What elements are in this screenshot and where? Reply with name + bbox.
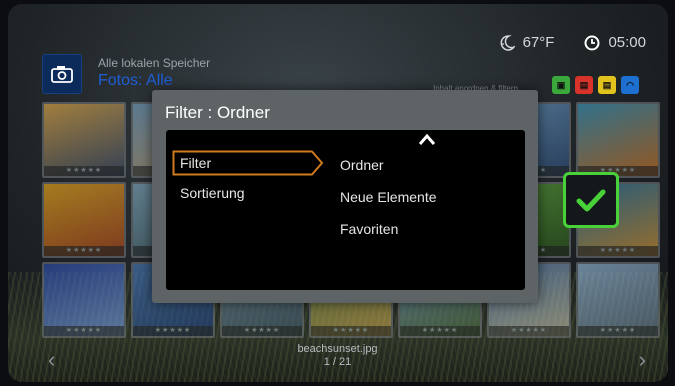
page-info: 1 / 21 [323,356,352,368]
moon-weather-icon [499,34,516,51]
camera-icon [42,54,82,94]
menu-item-filter[interactable]: Filter [172,148,324,178]
temperature: 67°F [522,34,555,51]
source-label: Alle lokalen Speicher [98,56,211,70]
confirm-button[interactable] [563,172,619,228]
menu-item-label: Sortierung [180,185,245,201]
rating-stars: ★★★★★ [222,326,302,336]
scroll-up-icon[interactable] [418,132,436,150]
color-keys: ▣ ▤ ▤ ◠ [552,76,639,94]
dialog-panel: Filter Sortierung Ordner Neue Elemente F… [166,130,525,290]
rating-stars: ★★★★★ [311,326,391,336]
status-bar: 67°F 05:00 [499,34,646,51]
option-favoriten[interactable]: Favoriten [340,214,437,246]
rating-stars: ★★★★★ [44,246,124,256]
filter-dialog: Filter : Ordner Filter Sortierung Ordner… [152,90,538,303]
photo-thumbnail-venice[interactable]: ★★★★★ [576,262,660,338]
photo-thumbnail-fireworks[interactable]: ★★★★★ [42,182,126,258]
filter-menu: Filter Sortierung [172,148,324,208]
green-key-icon[interactable]: ▣ [552,76,570,94]
option-ordner[interactable]: Ordner [340,150,437,182]
filter-options: Ordner Neue Elemente Favoriten [340,150,437,246]
photo-thumbnail-sunset-sea[interactable]: ★★★★★ [42,102,126,178]
rating-stars: ★★★★★ [578,246,658,256]
rating-stars: ★★★★★ [133,326,213,336]
rating-stars: ★★★★★ [400,326,480,336]
dialog-title: Filter : Ordner [165,103,270,122]
section-title: Fotos: Alle [98,72,173,89]
rating-stars: ★★★★★ [578,326,658,336]
file-name: beachsunset.jpg [297,343,378,355]
menu-item-sortierung[interactable]: Sortierung [172,178,324,208]
yellow-key-icon[interactable]: ▤ [598,76,616,94]
red-key-icon[interactable]: ▤ [575,76,593,94]
photo-thumbnail-clownfish[interactable]: ★★★★★ [576,102,660,178]
checkmark-icon [576,189,606,212]
time: 05:00 [608,34,646,51]
option-neue-elemente[interactable]: Neue Elemente [340,182,437,214]
rating-stars: ★★★★★ [44,326,124,336]
photo-thumbnail-flowers[interactable]: ★★★★★ [42,262,126,338]
blue-key-icon[interactable]: ◠ [621,76,639,94]
clock-icon [584,35,600,51]
rating-stars: ★★★★★ [44,166,124,176]
rating-stars: ★★★★★ [489,326,569,336]
menu-item-label: Filter [180,155,212,171]
